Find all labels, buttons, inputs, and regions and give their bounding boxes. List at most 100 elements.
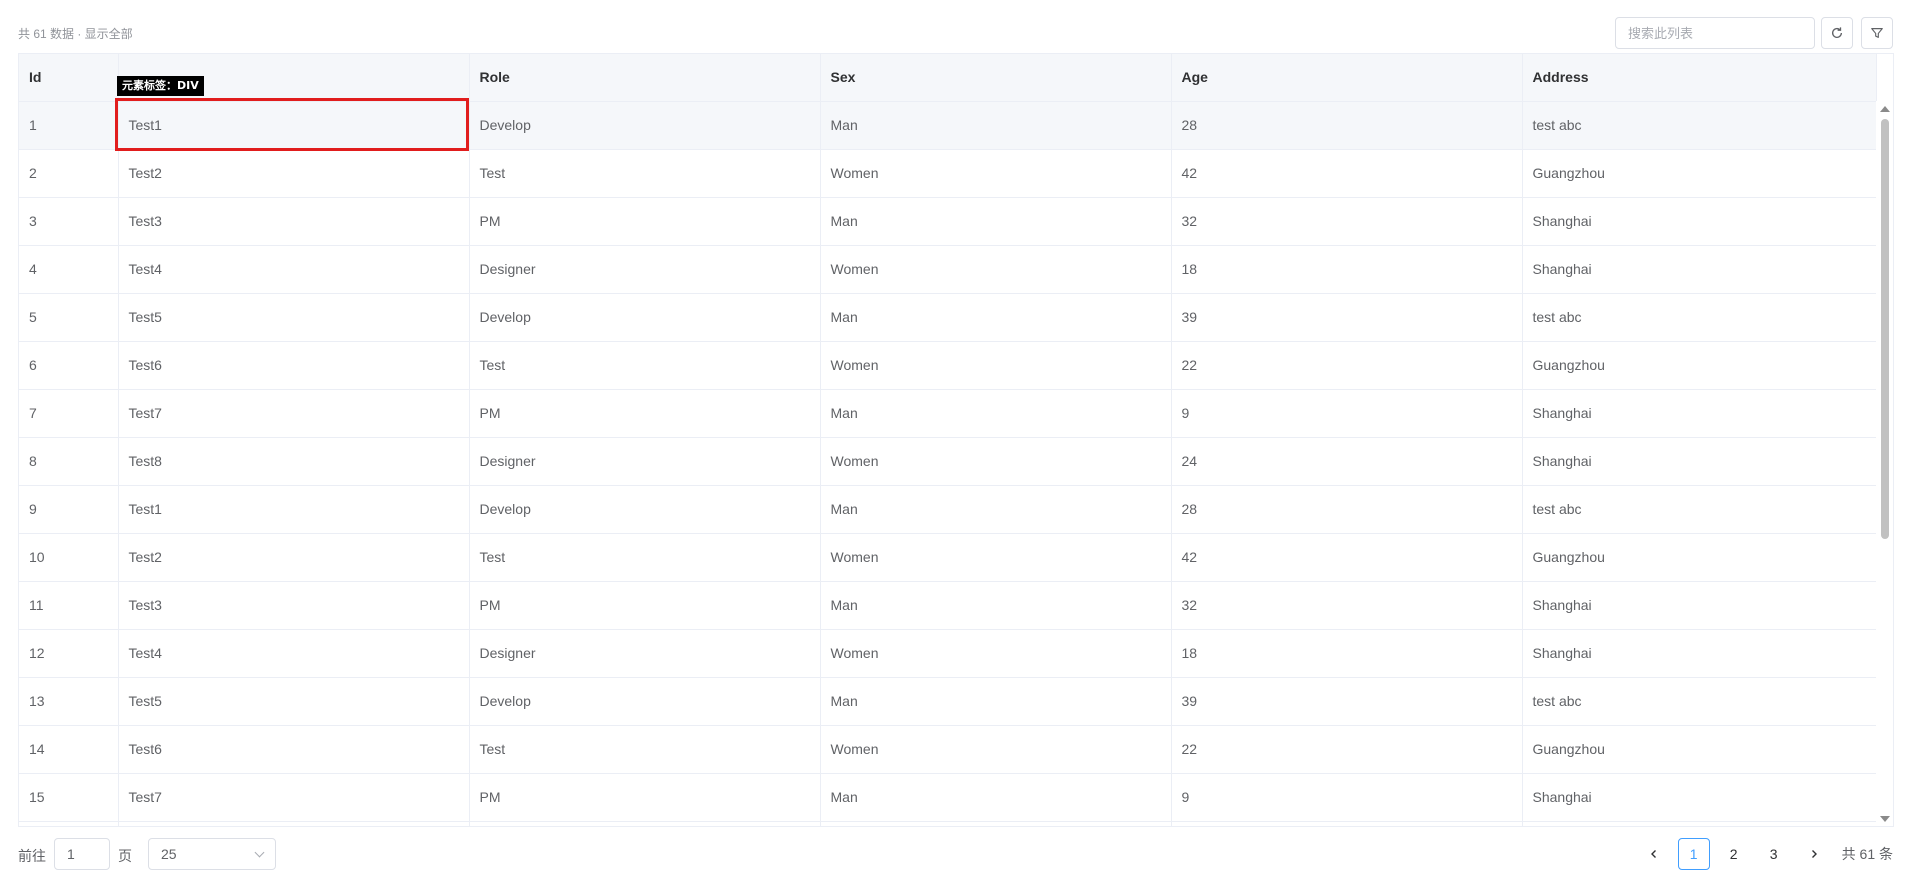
cell-role: Test	[469, 149, 821, 198]
cell-sex: Women	[820, 149, 1172, 198]
table-row[interactable]: 14 Test6 Test Women 22 Guangzhou	[19, 725, 1877, 774]
table-row[interactable]: 11 Test3 PM Man 32 Shanghai	[19, 581, 1877, 630]
cell-age: 22	[1171, 725, 1523, 774]
table-row[interactable]: 12 Test4 Designer Women 18 Shanghai	[19, 629, 1877, 678]
scroll-down-arrow-icon[interactable]	[1880, 816, 1890, 822]
cell-age: 32	[1171, 581, 1523, 630]
pagination-footer: 前往 页 25 1 2 3 共 61 条	[18, 838, 1893, 870]
cell-role: Develop	[469, 293, 821, 342]
cell-name: Test5	[118, 293, 470, 342]
cell-id: 8	[19, 437, 119, 486]
table-row[interactable]: 10 Test2 Test Women 42 Guangzhou	[19, 533, 1877, 582]
cell-age: 18	[1171, 245, 1523, 294]
table-row[interactable]: 2 Test2 Test Women 42 Guangzhou	[19, 149, 1877, 198]
cell-name: Test8	[118, 821, 470, 826]
data-table: Id Role Sex Age Address 1 Test1 Develop Man…	[18, 53, 1894, 827]
cell-sex: Man	[820, 677, 1172, 726]
table-row[interactable]: 5 Test5 Develop Man 39 test abc	[19, 293, 1877, 342]
cell-address: Shanghai	[1522, 773, 1877, 822]
cell-role: Test	[469, 341, 821, 390]
cell-age: 24	[1171, 821, 1523, 826]
goto-page-input[interactable]	[54, 838, 110, 870]
cell-address: Shanghai	[1522, 629, 1877, 678]
scroll-up-arrow-icon[interactable]	[1880, 106, 1890, 112]
column-header-address[interactable]: Address	[1522, 54, 1877, 102]
chevron-left-icon	[1650, 850, 1656, 858]
cell-name: Test6	[118, 725, 470, 774]
table-row[interactable]: 7 Test7 PM Man 9 Shanghai	[19, 389, 1877, 438]
refresh-button[interactable]	[1821, 17, 1853, 49]
cell-name: Test2	[118, 533, 470, 582]
cell-address: Shanghai	[1522, 437, 1877, 486]
cell-role: PM	[469, 773, 821, 822]
cell-address: Shanghai	[1522, 197, 1877, 246]
table-row[interactable]: 3 Test3 PM Man 32 Shanghai	[19, 197, 1877, 246]
cell-age: 9	[1171, 773, 1523, 822]
table-row[interactable]: 15 Test7 PM Man 9 Shanghai	[19, 773, 1877, 822]
cell-sex: Man	[820, 485, 1172, 534]
inspector-highlight-box	[115, 98, 469, 151]
cell-address: Guangzhou	[1522, 533, 1877, 582]
page-button-3[interactable]: 3	[1758, 838, 1790, 870]
cell-age: 32	[1171, 197, 1523, 246]
cell-id: 4	[19, 245, 119, 294]
cell-name: Test3	[118, 197, 470, 246]
cell-name: Test7	[118, 389, 470, 438]
table-row[interactable]: 16Test8DesignerWomen24Shanghai	[19, 821, 1877, 826]
prev-page-button[interactable]	[1638, 838, 1670, 870]
column-header-id[interactable]: Id	[19, 54, 119, 102]
cell-role: Develop	[469, 485, 821, 534]
vertical-scrollbar[interactable]	[1876, 101, 1893, 826]
column-header-age[interactable]: Age	[1171, 54, 1523, 102]
cell-id: 14	[19, 725, 119, 774]
search-input[interactable]	[1615, 17, 1815, 49]
table-body: 1 Test1 Develop Man 28 test abc 2 Test2 Test Wome…	[19, 101, 1877, 826]
table-row[interactable]: 8 Test8 Designer Women 24 Shanghai	[19, 437, 1877, 486]
cell-age: 18	[1171, 629, 1523, 678]
next-page-button[interactable]	[1798, 838, 1830, 870]
cell-id: 2	[19, 149, 119, 198]
total-count: 共 61 条	[1841, 846, 1893, 862]
cell-age: 28	[1171, 485, 1523, 534]
cell-sex: Women	[820, 245, 1172, 294]
table-row[interactable]: 6 Test6 Test Women 22 Guangzhou	[19, 341, 1877, 390]
cell-sex: Women	[820, 341, 1172, 390]
cell-sex: Women	[820, 725, 1172, 774]
table-row[interactable]: 4 Test4 Designer Women 18 Shanghai	[19, 245, 1877, 294]
cell-id: 1	[19, 101, 119, 150]
cell-role: PM	[469, 581, 821, 630]
filter-button[interactable]	[1861, 17, 1893, 49]
cell-age: 24	[1171, 437, 1523, 486]
cell-role: Develop	[469, 101, 821, 150]
cell-id: 5	[19, 293, 119, 342]
cell-address: test abc	[1522, 293, 1877, 342]
page-button-1[interactable]: 1	[1677, 838, 1710, 870]
cell-name: Test2	[118, 149, 470, 198]
column-header-sex[interactable]: Sex	[820, 54, 1172, 102]
cell-sex: Man	[820, 389, 1172, 438]
column-header-role[interactable]: Role	[469, 54, 821, 102]
cell-role: PM	[469, 389, 821, 438]
page-size-select[interactable]: 25	[148, 838, 276, 870]
cell-address: Shanghai	[1522, 389, 1877, 438]
cell-role: Designer	[469, 245, 821, 294]
cell-role: Develop	[469, 677, 821, 726]
table-row[interactable]: 9 Test1 Develop Man 28 test abc	[19, 485, 1877, 534]
cell-id: 13	[19, 677, 119, 726]
filter-icon	[1871, 28, 1883, 38]
cell-role: Test	[469, 725, 821, 774]
cell-sex: Women	[820, 437, 1172, 486]
cell-sex: Man	[820, 773, 1172, 822]
cell-id: 15	[19, 773, 119, 822]
cell-address: Guangzhou	[1522, 341, 1877, 390]
cell-age: 39	[1171, 677, 1523, 726]
cell-id: 11	[19, 581, 119, 630]
scrollbar-thumb[interactable]	[1881, 119, 1889, 539]
page-button-2[interactable]: 2	[1718, 838, 1750, 870]
cell-id: 12	[19, 629, 119, 678]
cell-age: 22	[1171, 341, 1523, 390]
cell-id: 6	[19, 341, 119, 390]
cell-address: Guangzhou	[1522, 725, 1877, 774]
table-toolbar: 共 61 数据 · 显示全部	[18, 17, 1893, 49]
table-row[interactable]: 13 Test5 Develop Man 39 test abc	[19, 677, 1877, 726]
